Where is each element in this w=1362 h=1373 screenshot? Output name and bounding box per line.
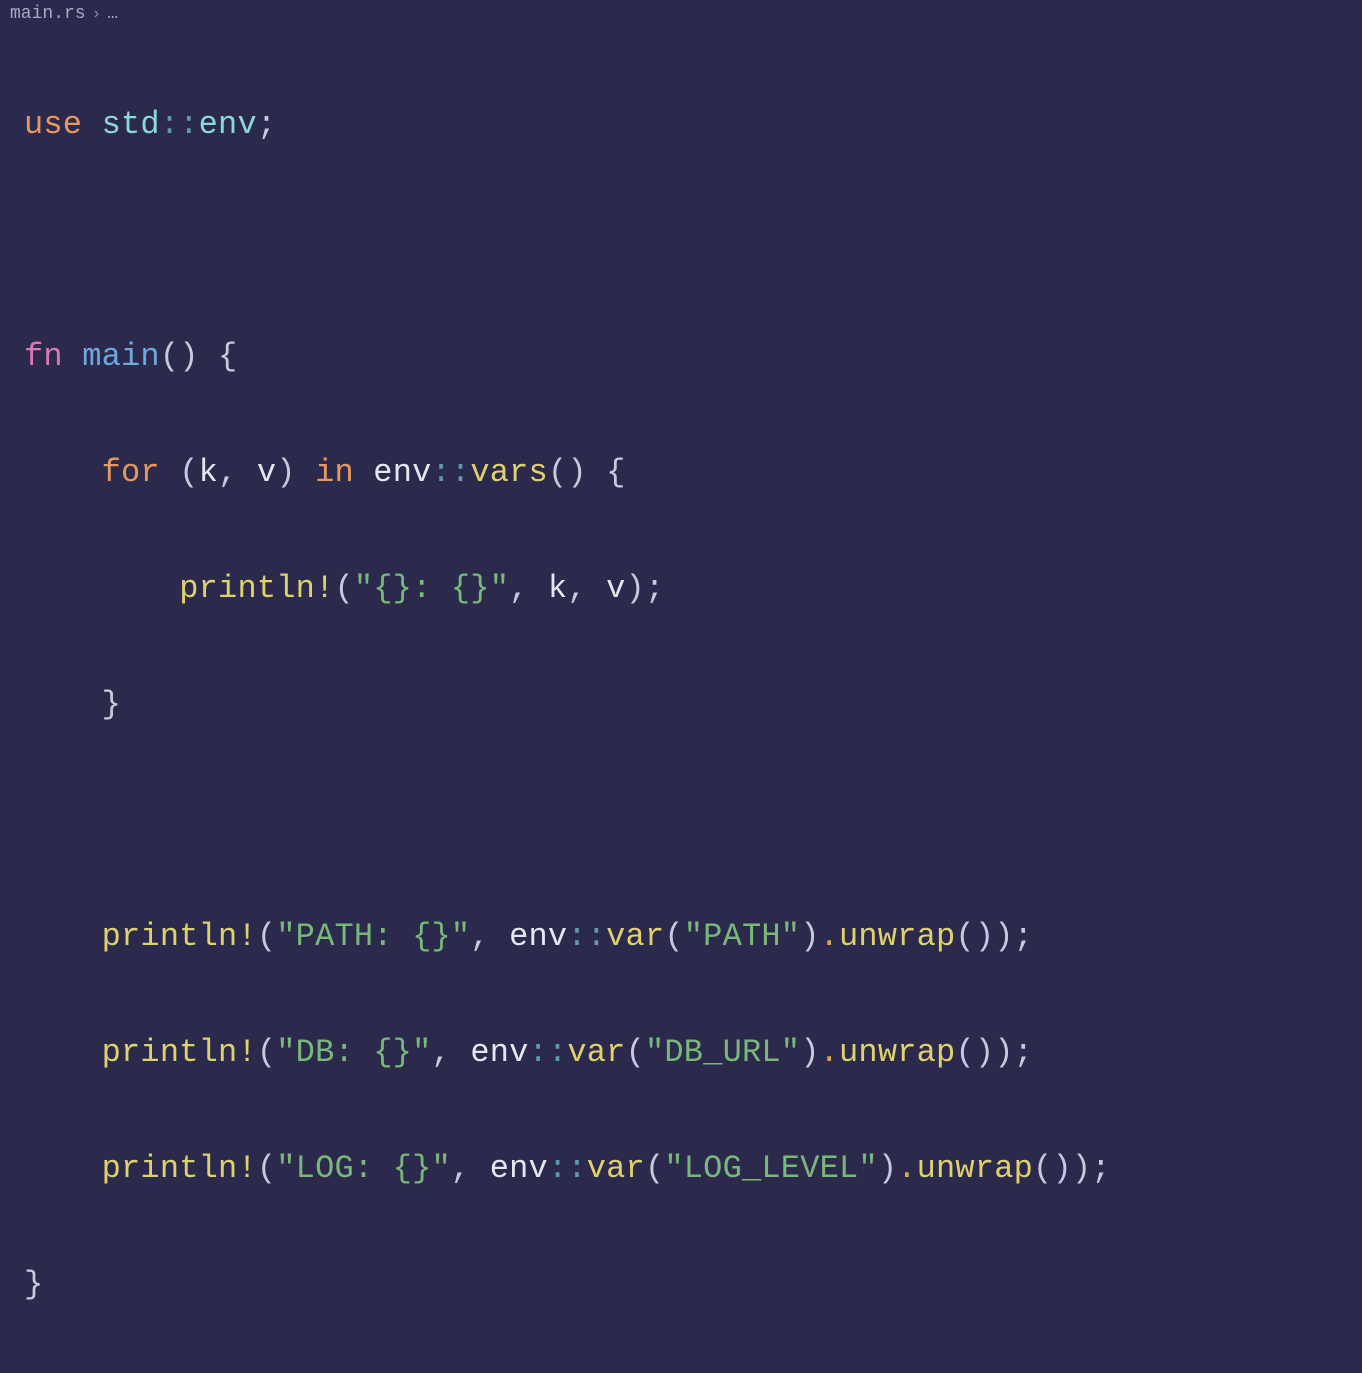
double-colon: ::	[548, 1150, 587, 1187]
ident-v: v	[257, 454, 276, 491]
comma: ,	[470, 918, 509, 955]
parens: ()	[160, 338, 199, 375]
fn-var: var	[606, 918, 664, 955]
double-colon: ::	[529, 1034, 568, 1071]
space	[82, 106, 101, 143]
fn-unwrap: unwrap	[839, 1034, 955, 1071]
code-line[interactable]: use std::env;	[24, 96, 1338, 154]
comma: ,	[509, 570, 548, 607]
breadcrumb-ellipsis[interactable]: …	[107, 4, 118, 24]
dot: .	[820, 1034, 839, 1071]
code-line[interactable]: println!("LOG: {}", env::var("LOG_LEVEL"…	[24, 1140, 1338, 1198]
brace-close: }	[102, 686, 121, 723]
tail: ());	[955, 1034, 1033, 1071]
code-editor[interactable]: use std::env; fn main() { for (k, v) in …	[0, 28, 1362, 1372]
keyword-for: for	[102, 454, 160, 491]
double-colon: ::	[160, 106, 199, 143]
string-literal: "DB_URL"	[645, 1034, 800, 1071]
dot: .	[820, 918, 839, 955]
close: );	[626, 570, 665, 607]
keyword-fn: fn	[24, 338, 63, 375]
code-line[interactable]	[24, 212, 1338, 270]
ident-env: env	[199, 106, 257, 143]
comma: ,	[218, 454, 257, 491]
paren-close: )	[800, 1034, 819, 1071]
brace-open: {	[199, 338, 238, 375]
ident-env: env	[490, 1150, 548, 1187]
string-literal: "LOG: {}"	[276, 1150, 451, 1187]
macro-println: println!	[102, 1150, 257, 1187]
fn-name-main: main	[82, 338, 160, 375]
ident-std: std	[102, 106, 160, 143]
chevron-right-icon: ›	[92, 5, 102, 23]
paren-close: )	[800, 918, 819, 955]
fn-var: var	[587, 1150, 645, 1187]
code-line[interactable]: println!("{}: {}", k, v);	[24, 560, 1338, 618]
ident-k: k	[548, 570, 567, 607]
fn-var: var	[567, 1034, 625, 1071]
keyword-use: use	[24, 106, 82, 143]
dot: .	[897, 1150, 916, 1187]
paren-open: (	[664, 918, 683, 955]
tail: ());	[955, 918, 1033, 955]
comma: ,	[451, 1150, 490, 1187]
code-line[interactable]: fn main() {	[24, 328, 1338, 386]
code-line[interactable]: println!("DB: {}", env::var("DB_URL").un…	[24, 1024, 1338, 1082]
code-line[interactable]: for (k, v) in env::vars() {	[24, 444, 1338, 502]
code-line[interactable]	[24, 792, 1338, 850]
paren-open: (	[645, 1150, 664, 1187]
string-literal: "PATH: {}"	[276, 918, 470, 955]
paren-close: )	[878, 1150, 897, 1187]
breadcrumb-file[interactable]: main.rs	[10, 4, 86, 24]
ident-v: v	[606, 570, 625, 607]
macro-println: println!	[102, 1034, 257, 1071]
comma: ,	[567, 570, 606, 607]
paren-open: (	[257, 918, 276, 955]
paren-open: (	[160, 454, 199, 491]
fn-unwrap: unwrap	[839, 918, 955, 955]
macro-println: println!	[179, 570, 334, 607]
string-literal: "PATH"	[684, 918, 800, 955]
semicolon: ;	[257, 106, 276, 143]
code-line[interactable]: println!("PATH: {}", env::var("PATH").un…	[24, 908, 1338, 966]
string-literal: "{}: {}"	[354, 570, 509, 607]
paren-open: (	[626, 1034, 645, 1071]
string-literal: "DB: {}"	[276, 1034, 431, 1071]
breadcrumb[interactable]: main.rs › …	[0, 0, 1362, 28]
keyword-in: in	[315, 454, 354, 491]
ident-k: k	[199, 454, 218, 491]
space	[63, 338, 82, 375]
fn-unwrap: unwrap	[917, 1150, 1033, 1187]
macro-println: println!	[102, 918, 257, 955]
ident-env: env	[354, 454, 432, 491]
paren-open: (	[334, 570, 353, 607]
tail: ());	[1033, 1150, 1111, 1187]
double-colon: ::	[567, 918, 606, 955]
paren-close: )	[276, 454, 315, 491]
brace-close: }	[24, 1266, 43, 1303]
ident-env: env	[470, 1034, 528, 1071]
paren-open: (	[257, 1034, 276, 1071]
comma: ,	[432, 1034, 471, 1071]
paren-open: (	[257, 1150, 276, 1187]
code-line[interactable]: }	[24, 1256, 1338, 1314]
string-literal: "LOG_LEVEL"	[664, 1150, 877, 1187]
fn-vars: vars	[470, 454, 548, 491]
double-colon: ::	[432, 454, 471, 491]
code-line[interactable]: }	[24, 676, 1338, 734]
call-brace: () {	[548, 454, 626, 491]
ident-env: env	[509, 918, 567, 955]
